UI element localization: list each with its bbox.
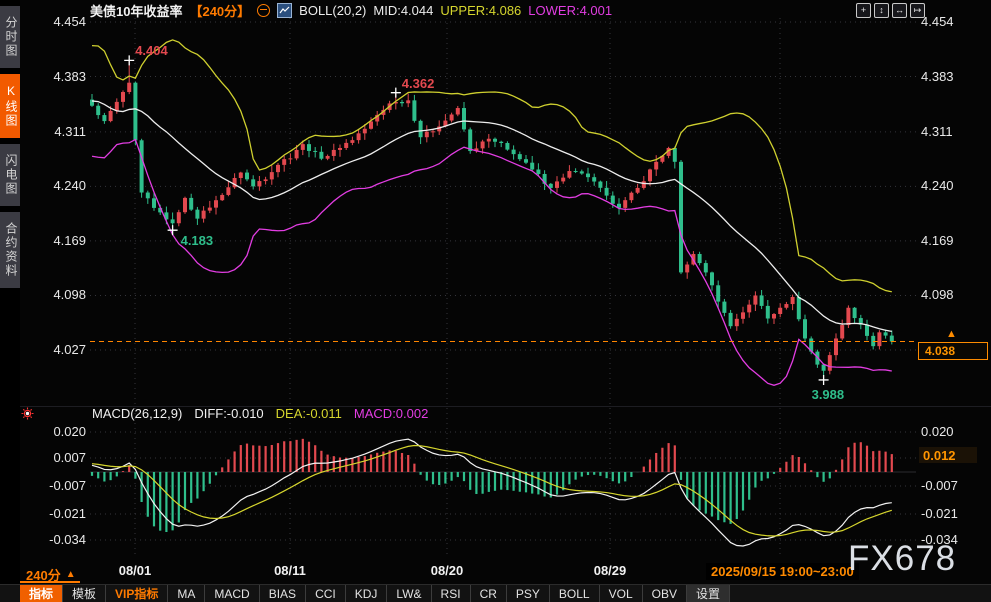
indicator-alert-icon[interactable] xyxy=(21,407,34,425)
period-underline xyxy=(20,581,80,583)
watermark: FX678 xyxy=(848,541,956,576)
chart-header: 美债10年收益率 【240分】 BOLL(20,2) MID:4.044 UPP… xyxy=(90,2,612,18)
macd-axis-tick: 0.020 xyxy=(24,424,86,439)
last-price-badge: 4.038 xyxy=(918,342,988,360)
boll-lower-value: LOWER:4.001 xyxy=(528,3,612,18)
indicator-tab-设置[interactable]: 设置 xyxy=(687,585,730,602)
trading-chart-window: 分时图 K线图闪电图合约资料 美债10年收益率 【240分】 BOLL(20,2)… xyxy=(0,0,991,602)
price-axis-tick: 4.169 xyxy=(921,233,983,248)
indicator-tab-CR[interactable]: CR xyxy=(471,585,507,602)
macd-axis-tick: -0.007 xyxy=(24,478,86,493)
price-axis-tick: 4.169 xyxy=(24,233,86,248)
indicator-tab-BIAS[interactable]: BIAS xyxy=(260,585,306,602)
boll-mid-line xyxy=(92,101,892,331)
boll-mid-value: MID:4.044 xyxy=(373,3,433,18)
indicator-tab-OBV[interactable]: OBV xyxy=(643,585,687,602)
macd-axis-tick: -0.034 xyxy=(24,532,86,547)
indicator-tab-VIP指标[interactable]: VIP指标 xyxy=(106,585,168,602)
indicator-tab-PSY[interactable]: PSY xyxy=(507,585,550,602)
macd-axis-tick: -0.021 xyxy=(24,506,86,521)
indicator-tab-KDJ[interactable]: KDJ xyxy=(346,585,388,602)
indicator-tab-指标[interactable]: 指标 xyxy=(20,585,63,602)
horizontal-scale-icon[interactable]: ↔ xyxy=(892,3,907,18)
pan-icon[interactable]: + xyxy=(856,3,871,18)
sidebar-tab-闪电图[interactable]: 闪电图 xyxy=(0,144,20,206)
price-axis-tick: 4.383 xyxy=(921,69,983,84)
boll-upper-line xyxy=(92,40,892,292)
indicator-tab-bar: 指标模板VIP指标MAMACDBIASCCIKDJLW&RSICRPSYBOLL… xyxy=(0,584,991,602)
price-axis-tick: 4.240 xyxy=(24,178,86,193)
price-axis-tick: 4.311 xyxy=(921,124,983,139)
macd-axis-tick: -0.007 xyxy=(921,478,983,493)
grid xyxy=(90,18,916,556)
sidebar-tab-K线图[interactable]: K线图 xyxy=(0,74,20,138)
extreme-marker xyxy=(819,375,829,385)
sidebar-tab-分时图[interactable]: 分时图 xyxy=(0,6,20,68)
boll-upper-value: UPPER:4.086 xyxy=(440,3,521,18)
price-axis-tick: 4.098 xyxy=(921,287,983,302)
date-axis-label: 08/01 xyxy=(105,563,165,578)
shift-right-icon[interactable]: ↦ xyxy=(910,3,925,18)
extreme-marker xyxy=(124,55,134,65)
macd-hist-value: MACD:0.002 xyxy=(354,406,428,421)
macd-series xyxy=(92,439,892,546)
price-direction-arrow: ▲ xyxy=(946,329,957,340)
candlestick-series xyxy=(90,60,894,380)
macd-axis-tick: 0.020 xyxy=(921,424,983,439)
macd-params-label: MACD(26,12,9) xyxy=(92,406,182,421)
price-axis-tick: 4.098 xyxy=(24,287,86,302)
window-controls: +↕↔↦ xyxy=(856,3,925,18)
current-bar-time: 2025/09/15 19:00~23:00 xyxy=(706,563,859,580)
indicator-tab-LW&[interactable]: LW& xyxy=(387,585,431,602)
price-axis-tick: 4.027 xyxy=(24,342,86,357)
price-axis-tick: 4.240 xyxy=(921,178,983,193)
chart-canvas[interactable] xyxy=(0,0,991,602)
bollinger-bands xyxy=(92,40,892,385)
boll-lower-line xyxy=(92,140,892,386)
sidebar: 分时图 K线图闪电图合约资料 xyxy=(0,0,20,602)
price-annotation: 3.988 xyxy=(812,387,845,402)
price-axis-tick: 4.311 xyxy=(24,124,86,139)
extreme-marker xyxy=(391,88,401,98)
indicator-tab-模板[interactable]: 模板 xyxy=(63,585,106,602)
date-axis-label: 08/11 xyxy=(260,563,320,578)
date-axis-label: 08/20 xyxy=(417,563,477,578)
macd-axis-tick: -0.021 xyxy=(921,506,983,521)
indicator-tab-MA[interactable]: MA xyxy=(168,585,205,602)
chart-type-icon[interactable] xyxy=(277,3,292,18)
indicator-tab-MACD[interactable]: MACD xyxy=(205,585,259,602)
price-axis-tick: 4.454 xyxy=(921,14,983,29)
boll-indicator-label: BOLL(20,2) xyxy=(299,3,366,18)
price-axis-tick: 4.454 xyxy=(24,14,86,29)
sidebar-tab-合约资料[interactable]: 合约资料 xyxy=(0,212,20,288)
date-axis-label: 08/29 xyxy=(580,563,640,578)
macd-value-badge: 0.012 xyxy=(919,447,977,463)
collapse-icon[interactable] xyxy=(257,4,270,17)
price-annotation: 4.362 xyxy=(402,76,435,91)
triangle-up-icon: ▲ xyxy=(66,569,76,580)
macd-axis-tick: 0.007 xyxy=(24,450,86,465)
interval-label: 【240分】 xyxy=(189,1,250,20)
vertical-scale-icon[interactable]: ↕ xyxy=(874,3,889,18)
macd-dea-value: DEA:-0.011 xyxy=(276,406,342,421)
price-annotation: 4.183 xyxy=(181,233,214,248)
symbol-title: 美债10年收益率 xyxy=(90,1,182,20)
macd-diff-line xyxy=(92,439,892,546)
macd-diff-value: DIFF:-0.010 xyxy=(194,406,263,421)
macd-header: MACD(26,12,9) DIFF:-0.010 DEA:-0.011 MAC… xyxy=(92,406,428,421)
indicator-tab-VOL[interactable]: VOL xyxy=(600,585,643,602)
price-axis-tick: 4.383 xyxy=(24,69,86,84)
indicator-tab-CCI[interactable]: CCI xyxy=(306,585,346,602)
indicator-tab-BOLL[interactable]: BOLL xyxy=(550,585,600,602)
price-annotation: 4.404 xyxy=(135,43,168,58)
indicator-tab-RSI[interactable]: RSI xyxy=(432,585,471,602)
mini-linechart-glyph xyxy=(279,5,290,16)
